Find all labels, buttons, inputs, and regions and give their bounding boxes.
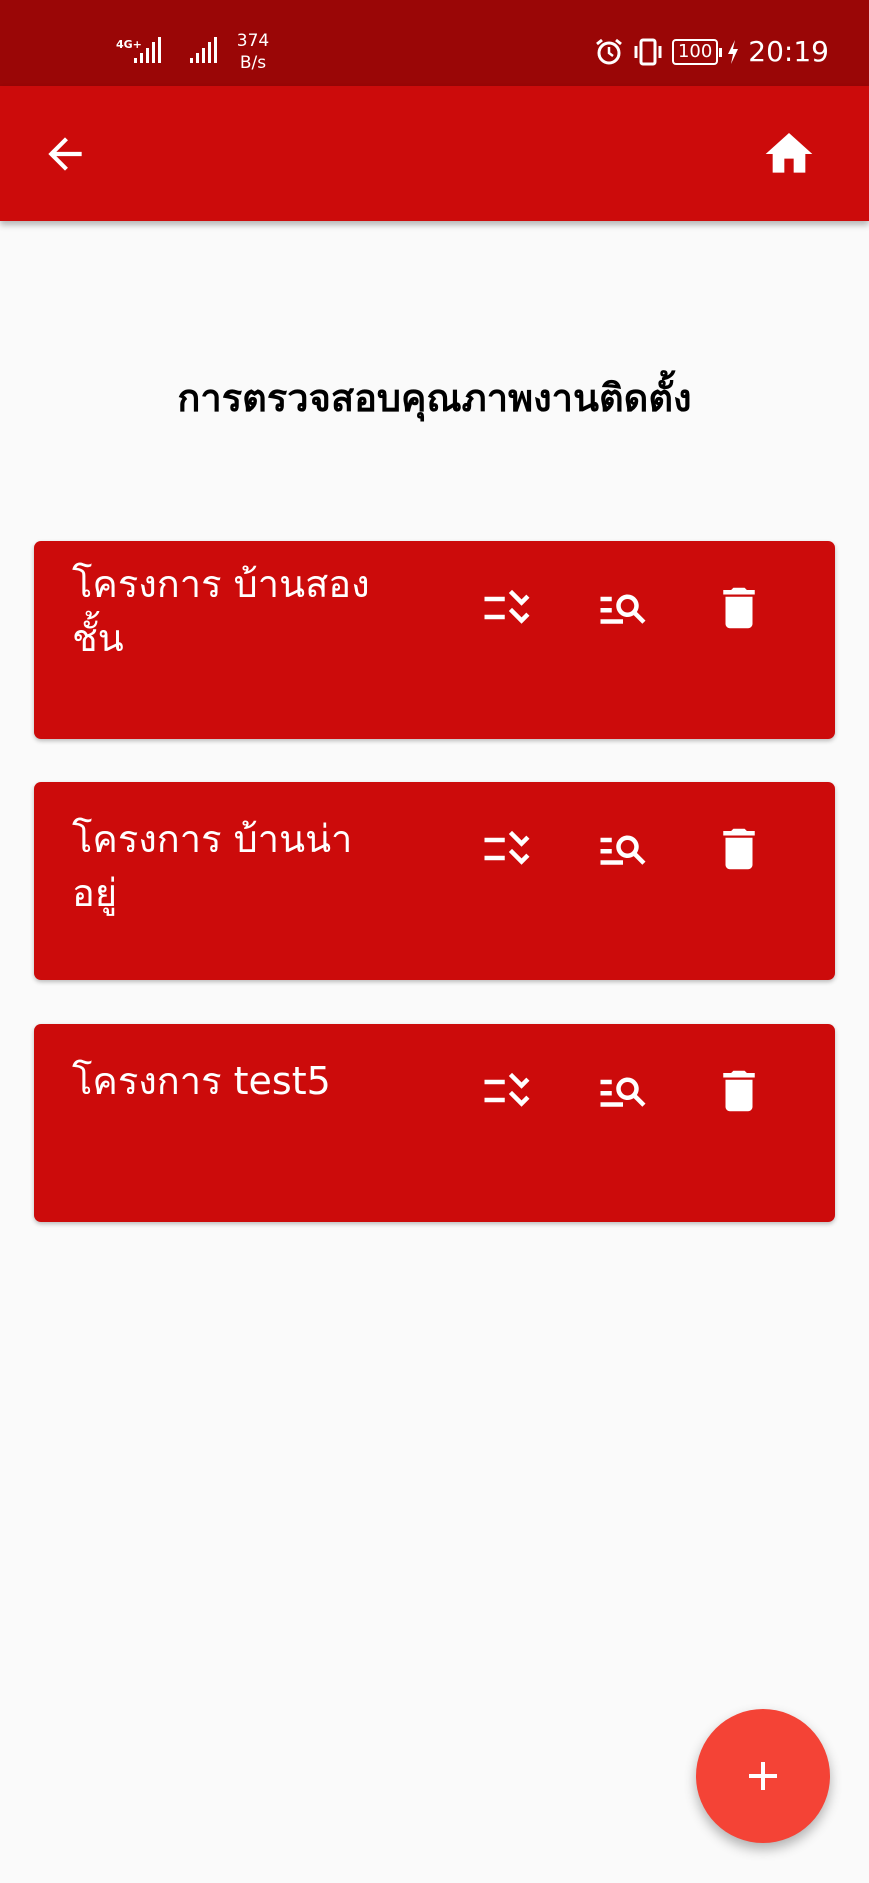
- list-search-icon: [600, 1077, 646, 1107]
- delete-button[interactable]: [712, 581, 766, 635]
- search-list-button[interactable]: [596, 1064, 650, 1118]
- svg-text:4G+: 4G+: [116, 38, 142, 51]
- project-label: โครงการ บ้านน่าอยู่: [72, 817, 353, 915]
- battery-level: 100: [671, 39, 723, 65]
- trash-icon: [723, 828, 755, 870]
- delete-button[interactable]: [712, 822, 766, 876]
- arrow-back-icon[interactable]: [40, 129, 90, 179]
- network-speed: 374 B/s: [231, 30, 275, 74]
- app-bar: [0, 86, 869, 221]
- alarm-icon: [596, 38, 622, 65]
- vibrate-icon: [634, 38, 662, 66]
- checklist-button[interactable]: [480, 1064, 534, 1118]
- add-project-button[interactable]: [696, 1709, 830, 1843]
- project-card[interactable]: โครงการ test5: [34, 1024, 835, 1222]
- signal-icon: [190, 37, 217, 63]
- status-bar: 4G+ 374 B/s 100 20:19: [0, 0, 869, 86]
- checklist-icon: [484, 589, 530, 624]
- signal-4g-icon: 4G+: [116, 37, 161, 63]
- checklist-icon: [484, 830, 530, 865]
- trash-icon: [723, 1070, 755, 1112]
- list-search-icon: [600, 594, 646, 624]
- page-title: การตรวจสอบคุณภาพงานติดตั้ง: [177, 376, 692, 420]
- checklist-button[interactable]: [480, 581, 534, 635]
- project-label: โครงการ บ้านสอง ชั้น: [72, 562, 370, 660]
- checklist-icon: [484, 1072, 530, 1107]
- network-speed-unit: B/s: [239, 53, 267, 73]
- charging-icon: [728, 40, 739, 64]
- checklist-button[interactable]: [480, 822, 534, 876]
- search-list-button[interactable]: [596, 822, 650, 876]
- clock: 20:19: [748, 35, 829, 68]
- project-label: โครงการ test5: [72, 1059, 331, 1103]
- network-speed-value: 374: [236, 31, 270, 51]
- trash-icon: [723, 587, 755, 629]
- list-search-icon: [600, 835, 646, 865]
- project-card[interactable]: โครงการ บ้านน่าอยู่: [34, 782, 835, 980]
- search-list-button[interactable]: [596, 581, 650, 635]
- delete-button[interactable]: [712, 1064, 766, 1118]
- project-card[interactable]: โครงการ บ้านสอง ชั้น: [34, 541, 835, 739]
- home-icon[interactable]: [761, 126, 817, 182]
- plus-icon: [749, 1762, 777, 1790]
